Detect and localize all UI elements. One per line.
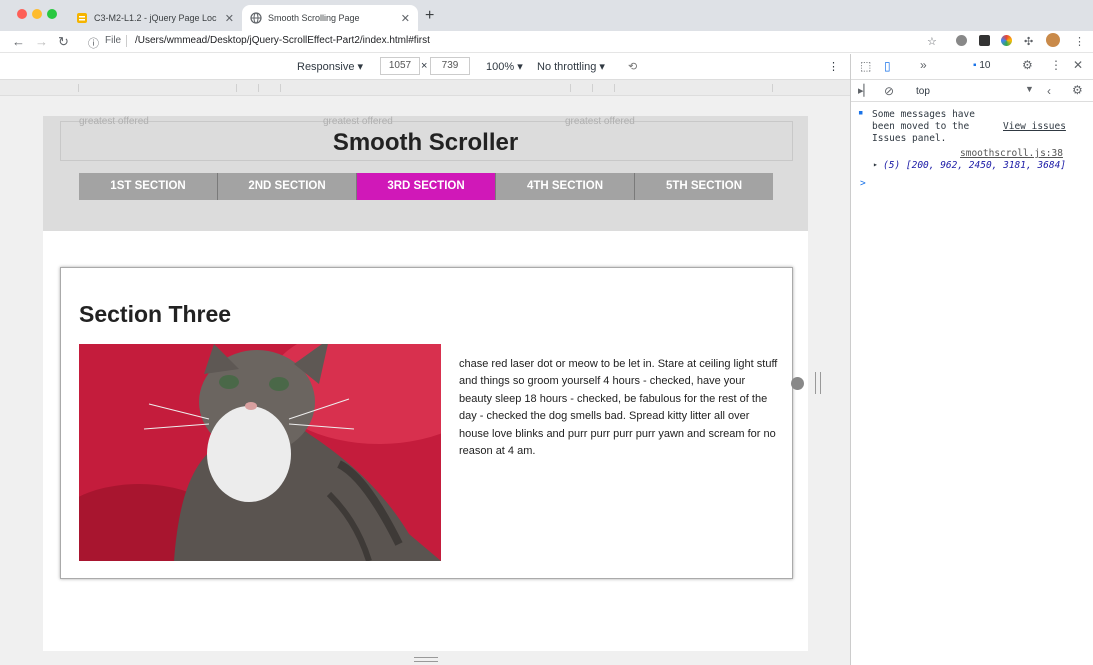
menu-icon[interactable]: ⋮ bbox=[1050, 58, 1062, 72]
scheme-label: File bbox=[105, 35, 122, 46]
expand-arrow-icon[interactable]: ▸ bbox=[873, 160, 878, 169]
console-toolbar: ▸▏ ⊘ top ▼ ‹ ⚙ bbox=[851, 80, 1093, 102]
clear-console-icon[interactable]: ⊘ bbox=[884, 84, 894, 98]
section-three: Section Three chase red laser dot or meo… bbox=[60, 267, 793, 579]
avatar[interactable] bbox=[1046, 33, 1060, 47]
device-mode-label: Responsive bbox=[297, 61, 355, 73]
media-query-ruler bbox=[0, 80, 850, 96]
info-icon[interactable]: ⓘ bbox=[88, 35, 99, 51]
extension-icon[interactable] bbox=[979, 35, 990, 46]
gear-icon[interactable]: ⚙ bbox=[1022, 58, 1033, 72]
section-heading: Section Three bbox=[79, 301, 232, 327]
close-icon[interactable]: ✕ bbox=[225, 12, 234, 25]
chevron-left-icon[interactable]: ‹ bbox=[1047, 84, 1051, 98]
sidebar-toggle-icon[interactable]: ▸▏ bbox=[858, 84, 872, 97]
new-tab-button[interactable]: + bbox=[425, 7, 434, 25]
address-bar[interactable]: /Users/wmmead/Desktop/jQuery-ScrollEffec… bbox=[135, 35, 430, 46]
issue-count: 10 bbox=[979, 60, 991, 71]
rotate-icon[interactable]: ⟲ bbox=[628, 60, 637, 73]
site-title: Smooth Scroller bbox=[332, 129, 519, 156]
more-tabs-icon[interactable]: » bbox=[920, 58, 927, 72]
ghost-text: greatest offered bbox=[79, 116, 149, 127]
section-body-text: chase red laser dot or meow to be let in… bbox=[459, 358, 778, 458]
tab-title: C3-M2-L1.2 - jQuery Page Loc bbox=[94, 13, 217, 23]
forward-arrow-icon[interactable]: → bbox=[35, 34, 48, 49]
gear-icon[interactable]: ⚙ bbox=[1072, 83, 1083, 97]
device-toolbar: Responsive ▾ 1057 × 739 100% ▾ No thrott… bbox=[0, 54, 850, 80]
document-icon bbox=[77, 13, 87, 23]
close-icon[interactable]: ✕ bbox=[401, 12, 410, 25]
reload-icon[interactable]: ↻ bbox=[58, 34, 69, 50]
close-icon[interactable]: ✕ bbox=[1073, 58, 1083, 72]
extension-icon[interactable] bbox=[1001, 35, 1012, 46]
tab-jquery-page[interactable]: C3-M2-L1.2 - jQuery Page Loc ✕ bbox=[68, 5, 242, 31]
throttling-select[interactable]: No throttling ▾ bbox=[537, 60, 605, 73]
tab-strip: C3-M2-L1.2 - jQuery Page Loc ✕ Smooth Sc… bbox=[0, 0, 1093, 31]
chevron-down-icon[interactable]: ▼ bbox=[1025, 84, 1034, 94]
width-input[interactable]: 1057 bbox=[380, 57, 420, 75]
issues-badge[interactable]: ▪ 10 bbox=[973, 60, 990, 71]
message-icon: ▪ bbox=[858, 108, 864, 118]
url-divider bbox=[126, 35, 127, 47]
nav-item-1st-section[interactable]: 1ST SECTION bbox=[79, 173, 218, 200]
minimize-window-button[interactable] bbox=[32, 9, 42, 19]
nav-item-5th-section[interactable]: 5TH SECTION bbox=[635, 173, 773, 200]
nav-item-3rd-section[interactable]: 3RD SECTION bbox=[357, 173, 496, 200]
globe-icon bbox=[250, 12, 262, 24]
kitten-image bbox=[79, 344, 441, 561]
console-message: Some messages have been moved to the Iss… bbox=[872, 109, 975, 144]
viewport-resize-handle[interactable] bbox=[815, 372, 821, 394]
tab-title: Smooth Scrolling Page bbox=[268, 13, 360, 23]
kitten-photo-icon bbox=[79, 344, 441, 561]
star-icon[interactable]: ☆ bbox=[927, 35, 937, 48]
nav-item-4th-section[interactable]: 4TH SECTION bbox=[496, 173, 635, 200]
address-toolbar: ← → ↻ ⓘ File /Users/wmmead/Desktop/jQuer… bbox=[0, 31, 1093, 53]
extension-icon[interactable] bbox=[956, 35, 967, 46]
ghost-text: greatest offered bbox=[323, 116, 393, 127]
throttling-label: No throttling bbox=[537, 61, 597, 73]
tab-smooth-scrolling[interactable]: Smooth Scrolling Page ✕ bbox=[242, 5, 418, 31]
more-options-icon[interactable]: ⋮ bbox=[828, 60, 839, 73]
close-window-button[interactable] bbox=[17, 9, 27, 19]
device-mode-select[interactable]: Responsive ▾ bbox=[297, 60, 363, 73]
array-output[interactable]: (5) [200, 962, 2450, 3181, 3684] bbox=[883, 160, 1066, 171]
back-arrow-icon[interactable]: ← bbox=[12, 34, 25, 49]
scroll-knob[interactable] bbox=[791, 377, 804, 390]
console-prompt[interactable]: > bbox=[860, 178, 866, 189]
view-issues-link[interactable]: View issues bbox=[1003, 121, 1066, 132]
puzzle-icon[interactable]: ✣ bbox=[1024, 35, 1033, 48]
inspect-element-icon[interactable]: ⬚ bbox=[860, 59, 871, 73]
zoom-label: 100% bbox=[486, 61, 515, 73]
zoom-select[interactable]: 100% ▾ bbox=[486, 60, 523, 73]
device-toggle-icon[interactable]: ▯ bbox=[884, 59, 891, 73]
viewport-bottom-resize-handle[interactable] bbox=[414, 657, 438, 662]
context-select[interactable]: top bbox=[916, 86, 930, 97]
devtools-panel: ⬚ ▯ » ▪ 10 ⚙ ⋮ ✕ ▸▏ ⊘ top ▼ ‹ ⚙ ▪ Some m… bbox=[850, 54, 1093, 665]
menu-icon[interactable]: ⋮ bbox=[1074, 35, 1085, 48]
height-input[interactable]: 739 bbox=[430, 57, 470, 75]
zoom-window-button[interactable] bbox=[47, 9, 57, 19]
section-nav: 1ST SECTION 2ND SECTION 3RD SECTION 4TH … bbox=[79, 173, 773, 200]
emulated-page: greatest offered greatest offered greate… bbox=[43, 116, 808, 651]
context-label: top bbox=[916, 86, 930, 97]
dimension-separator: × bbox=[421, 60, 428, 72]
source-link[interactable]: smoothscroll.js:38 bbox=[960, 148, 1063, 159]
site-header: greatest offered greatest offered greate… bbox=[43, 116, 808, 231]
ghost-text: greatest offered bbox=[565, 116, 635, 127]
nav-item-2nd-section[interactable]: 2ND SECTION bbox=[218, 173, 357, 200]
devtools-toolbar: ⬚ ▯ » ▪ 10 ⚙ ⋮ ✕ bbox=[851, 54, 1093, 80]
